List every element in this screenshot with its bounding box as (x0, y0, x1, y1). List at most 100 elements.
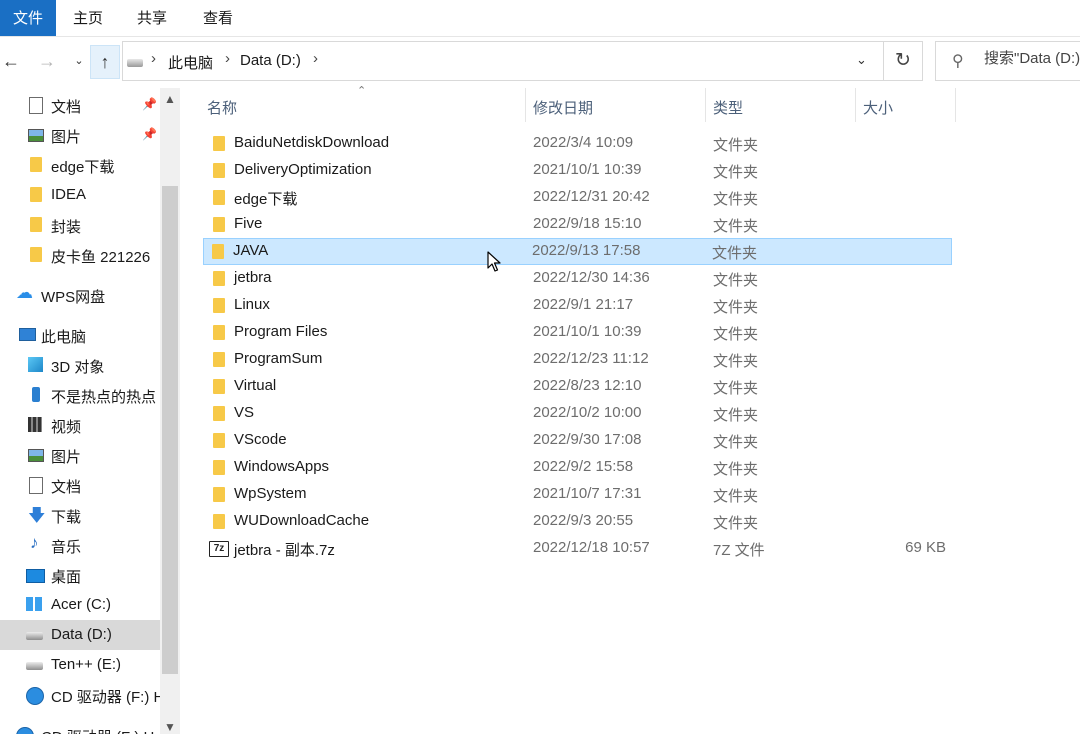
file-row[interactable]: WUDownloadCache 2022/9/3 20:55 文件夹 (204, 508, 952, 535)
tab-view[interactable]: 查看 (192, 0, 244, 36)
chevron-down-icon[interactable]: ⌄ (68, 49, 90, 73)
arrow-up-icon[interactable]: ↑ (90, 45, 120, 79)
file-date: 2022/12/23 11:12 (533, 350, 649, 367)
sidebar-item-cd-drive-f[interactable]: CD 驱动器 (F:) H (0, 680, 164, 710)
folder-icon (30, 247, 42, 262)
arrow-left-icon[interactable]: ← (0, 49, 22, 73)
column-header-size[interactable]: 大小 (856, 88, 956, 122)
pictures-icon (28, 129, 44, 142)
file-row[interactable]: WindowsApps 2022/9/2 15:58 文件夹 (204, 454, 952, 481)
folder-icon (213, 433, 225, 448)
file-name: Five (234, 215, 263, 232)
search-icon: ⚲ (952, 53, 964, 70)
column-header-type[interactable]: 类型 (706, 88, 856, 122)
breadcrumb-this-pc[interactable]: 此电脑 (168, 52, 213, 73)
breadcrumb-data-d[interactable]: Data (D:) (240, 52, 301, 69)
file-row[interactable]: ProgramSum 2022/12/23 11:12 文件夹 (204, 346, 952, 373)
file-type: 文件夹 (713, 326, 759, 343)
folder-icon (213, 379, 225, 394)
scroll-down-icon[interactable]: ▼ (164, 720, 176, 734)
sidebar-item-label: 视频 (51, 419, 82, 436)
file-row[interactable]: DeliveryOptimization 2021/10/1 10:39 文件夹 (204, 157, 952, 184)
arrow-right-icon[interactable]: → (36, 49, 58, 73)
sidebar-item-hotspot-device[interactable]: 不是热点的热点 (0, 380, 160, 410)
sidebar-item-package[interactable]: 封装 (0, 210, 160, 240)
scroll-up-icon[interactable]: ▲ (164, 92, 176, 106)
folder-icon (213, 352, 225, 367)
tab-share[interactable]: 共享 (126, 0, 178, 36)
file-date: 2022/9/18 15:10 (533, 215, 642, 232)
file-row[interactable]: VS 2022/10/2 10:00 文件夹 (204, 400, 952, 427)
file-type: 文件夹 (713, 461, 759, 478)
column-header-name[interactable]: 名称 (200, 88, 526, 122)
sidebar-item-label: 此电脑 (41, 329, 87, 346)
sidebar-item-label: Ten++ (E:) (51, 656, 122, 673)
folder-icon (213, 217, 225, 232)
file-name: edge下载 (234, 191, 298, 208)
file-row[interactable]: 7z jetbra - 副本.7z 2022/12/18 10:57 7Z 文件 69 … (204, 535, 952, 562)
address-dropdown-icon[interactable]: ⌄ (856, 52, 867, 68)
download-icon: 🡇 (28, 506, 46, 525)
sidebar-item-documents-pinned[interactable]: 文档 📌 (0, 90, 160, 120)
sidebar-item-label: Data (D:) (51, 626, 112, 643)
sidebar-item-desktop[interactable]: 桌面 (0, 560, 160, 590)
desktop-icon (26, 569, 45, 583)
sidebar-item-music[interactable]: ♪ 音乐 (0, 530, 160, 560)
file-type: 文件夹 (713, 164, 759, 181)
pin-icon[interactable]: 📌 (142, 97, 157, 111)
folder-icon (213, 190, 225, 205)
sidebar-item-label: WPS网盘 (41, 289, 106, 306)
sidebar-item-label: 文档 (51, 99, 82, 116)
sidebar-item-drive-e[interactable]: Ten++ (E:) (0, 650, 160, 680)
file-row[interactable]: JAVA 2022/9/13 17:58 文件夹 (203, 238, 952, 265)
sidebar-item-pikayu[interactable]: 皮卡鱼 221226 (0, 240, 160, 270)
search-input[interactable] (984, 50, 1080, 67)
sidebar-item-pictures[interactable]: 图片 (0, 440, 160, 470)
file-row[interactable]: Five 2022/9/18 15:10 文件夹 (204, 211, 952, 238)
file-type: 文件夹 (713, 407, 759, 424)
sidebar-item-label: CD 驱动器 (F:) Hu (41, 726, 163, 734)
file-row[interactable]: Linux 2022/9/1 21:17 文件夹 (204, 292, 952, 319)
address-bar[interactable]: › 此电脑 › Data (D:) › ⌄ (122, 41, 884, 81)
file-row[interactable]: jetbra 2022/12/30 14:36 文件夹 (204, 265, 952, 292)
file-date: 2021/10/1 10:39 (533, 323, 642, 340)
sidebar-item-label: CD 驱动器 (F:) H (51, 689, 165, 706)
tab-home[interactable]: 主页 (62, 0, 114, 36)
sidebar-item-label: 不是热点的热点 (51, 389, 157, 406)
sidebar-item-cd-drive-f-2[interactable]: CD 驱动器 (F:) Hu (0, 720, 163, 734)
file-row[interactable]: BaiduNetdiskDownload 2022/3/4 10:09 文件夹 (204, 130, 952, 157)
file-row[interactable]: edge下载 2022/12/31 20:42 文件夹 (204, 184, 952, 211)
chevron-right-icon[interactable]: › (313, 50, 318, 67)
chevron-right-icon[interactable]: › (225, 50, 230, 67)
sidebar-scrollbar[interactable]: ▲ ▼ (160, 88, 180, 734)
sidebar-item-3d-objects[interactable]: 3D 对象 (0, 350, 160, 380)
navigation-bar: ← → ⌄ ↑ › 此电脑 › Data (D:) › ⌄ ↻ ⚲ (0, 37, 1080, 85)
sidebar-item-videos[interactable]: 视频 (0, 410, 160, 440)
file-row[interactable]: Program Files 2021/10/1 10:39 文件夹 (204, 319, 952, 346)
scrollbar-thumb[interactable] (162, 186, 178, 674)
pin-icon[interactable]: 📌 (142, 127, 157, 141)
sidebar-item-documents[interactable]: 文档 (0, 470, 160, 500)
sidebar-item-label: IDEA (51, 186, 87, 203)
sidebar-item-drive-d[interactable]: Data (D:) (0, 620, 160, 650)
tab-file[interactable]: 文件 (0, 0, 56, 36)
file-type: 文件夹 (713, 218, 759, 235)
search-box[interactable]: ⚲ (935, 41, 1080, 81)
refresh-icon[interactable]: ↻ (884, 41, 923, 81)
sidebar-item-edge-download[interactable]: edge下载 (0, 150, 160, 180)
file-type: 7Z 文件 (713, 542, 765, 559)
column-header-date[interactable]: 修改日期 (526, 88, 706, 122)
chevron-right-icon[interactable]: › (151, 50, 156, 67)
sidebar-item-drive-c[interactable]: Acer (C:) (0, 590, 160, 620)
file-date: 2022/12/18 10:57 (533, 539, 650, 556)
mouse-cursor-icon (487, 251, 501, 272)
file-row[interactable]: Virtual 2022/8/23 12:10 文件夹 (204, 373, 952, 400)
file-name: DeliveryOptimization (234, 161, 372, 178)
sidebar-item-downloads[interactable]: 🡇 下载 (0, 500, 160, 530)
sidebar-item-pictures-pinned[interactable]: 图片 📌 (0, 120, 160, 150)
file-row[interactable]: WpSystem 2021/10/7 17:31 文件夹 (204, 481, 952, 508)
sidebar-item-idea[interactable]: IDEA (0, 180, 160, 210)
sidebar-item-wps-cloud[interactable]: ☁ WPS网盘 (0, 280, 160, 310)
file-row[interactable]: VScode 2022/9/30 17:08 文件夹 (204, 427, 952, 454)
sidebar-item-this-pc[interactable]: 此电脑 (0, 320, 160, 350)
